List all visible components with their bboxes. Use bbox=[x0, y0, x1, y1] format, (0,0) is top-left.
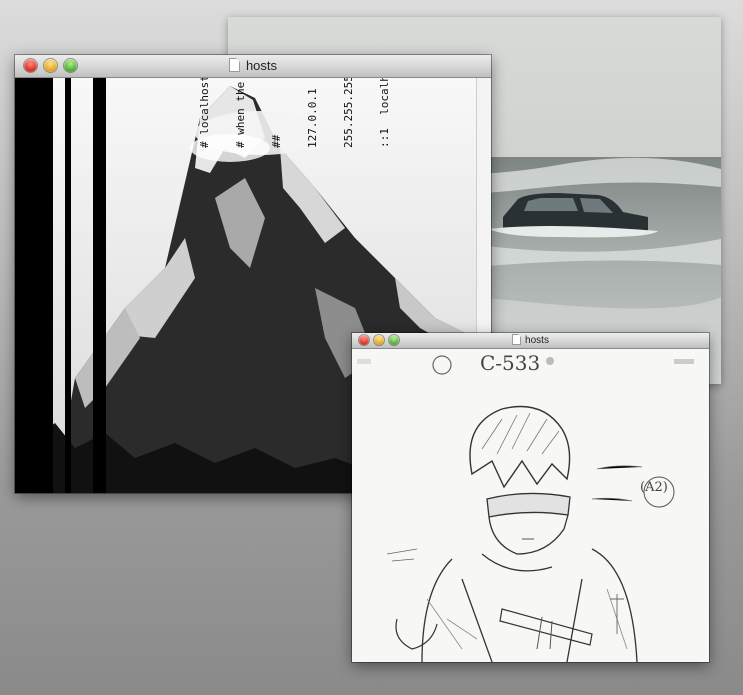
hosts-line: # localhost is used to configure the loo… bbox=[198, 78, 211, 148]
hosts-line: # when the system is booting. Do not cha… bbox=[234, 78, 247, 148]
document-icon bbox=[228, 58, 240, 72]
window-title: hosts bbox=[245, 58, 278, 73]
character-sketch bbox=[352, 349, 709, 662]
sketch-code-label: C-533 bbox=[480, 351, 541, 375]
hosts-line: ## bbox=[270, 134, 283, 148]
title-bar[interactable]: hosts bbox=[352, 333, 709, 349]
title-bar[interactable]: hosts bbox=[15, 55, 491, 78]
document-icon bbox=[512, 334, 522, 345]
hosts-line: 127.0.0.1 localhost bbox=[306, 78, 319, 148]
hosts-window-front[interactable]: hosts C-533 (A2) bbox=[352, 333, 709, 662]
hosts-file-text: # localhost is used to configure the loo… bbox=[175, 78, 415, 148]
hosts-line: 255.255.255.255 broadcasthost bbox=[342, 78, 355, 148]
hosts-line: ::1 localhost bbox=[378, 78, 391, 148]
sketch-mark-label: (A2) bbox=[640, 480, 668, 495]
sketch-image-content: C-533 (A2) bbox=[352, 349, 709, 662]
window-title: hosts bbox=[525, 335, 549, 346]
